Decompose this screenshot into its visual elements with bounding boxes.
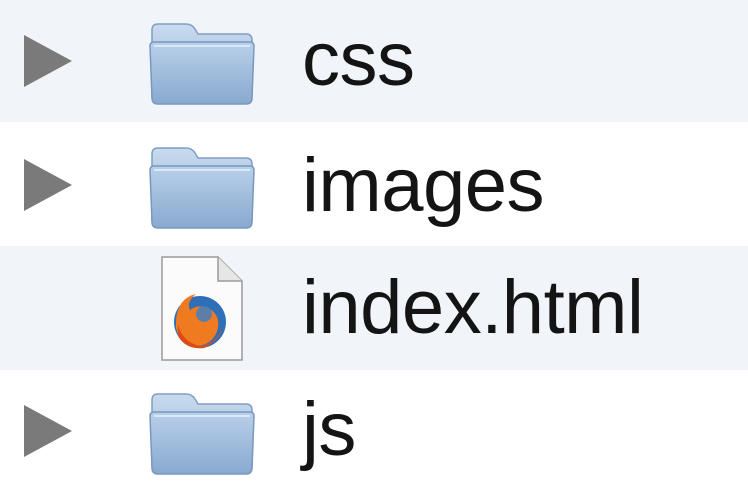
folder-icon: [149, 393, 255, 475]
disclosure-triangle-icon[interactable]: [22, 403, 74, 459]
list-item-images[interactable]: images: [0, 122, 748, 246]
disclosure-triangle-icon[interactable]: [22, 157, 74, 213]
list-item-css[interactable]: css: [0, 0, 748, 122]
item-label[interactable]: images: [302, 146, 545, 226]
item-label[interactable]: js: [302, 390, 356, 470]
firefox-html-document-icon: [161, 256, 243, 361]
folder-icon: [149, 147, 255, 229]
list-item-js[interactable]: js: [0, 370, 748, 491]
list-item-index-html[interactable]: index.html: [0, 246, 748, 370]
item-label[interactable]: index.html: [302, 268, 644, 348]
disclosure-triangle-icon[interactable]: [22, 33, 74, 89]
file-list: css images index.html js: [0, 0, 748, 491]
item-label[interactable]: css: [302, 20, 415, 100]
folder-icon: [149, 23, 255, 105]
